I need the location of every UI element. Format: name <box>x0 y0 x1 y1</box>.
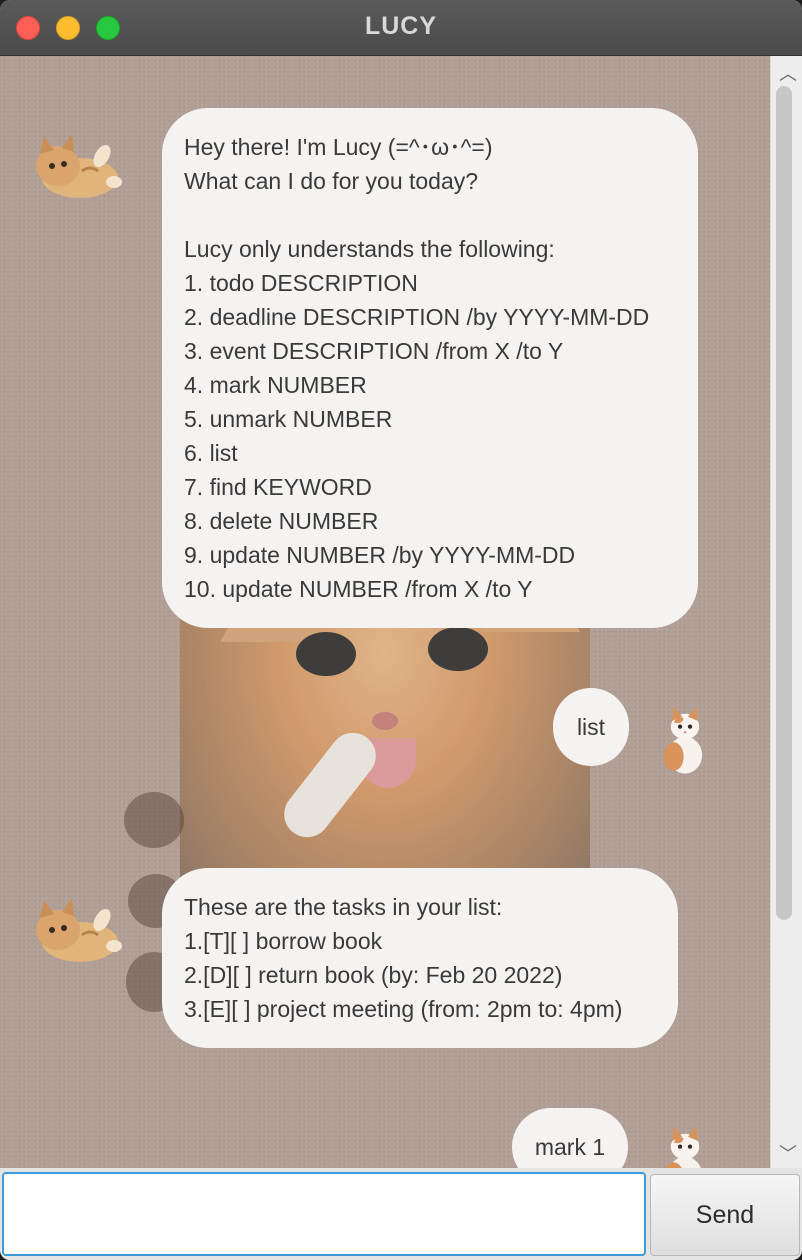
input-bar: Send <box>0 1168 802 1260</box>
bot-message-row: These are the tasks in your list: 1.[T][… <box>0 856 770 1056</box>
scroll-down-arrow-icon[interactable]: ﹀ <box>779 1140 797 1166</box>
title-bar: LUCY <box>0 0 802 56</box>
user-message-row: list <box>0 676 770 796</box>
bot-message-bubble: Hey there! I'm Lucy (=^･ω･^=) What can I… <box>162 108 698 628</box>
sitting-kitten-icon <box>663 706 703 774</box>
window-title: LUCY <box>364 12 438 40</box>
user-message-bubble: mark 1 <box>512 1108 628 1168</box>
lying-kitten-icon <box>36 134 122 198</box>
scroll-up-arrow-icon[interactable]: ︿ <box>779 60 797 86</box>
user-message-bubble: list <box>553 688 629 766</box>
user-message-row: mark 1 <box>0 1096 770 1168</box>
bot-message-bubble: These are the tasks in your list: 1.[T][… <box>162 868 678 1048</box>
sitting-kitten-icon <box>665 1126 701 1168</box>
dialog-container: Hey there! I'm Lucy (=^･ω･^=) What can I… <box>0 56 770 1168</box>
background-decoration <box>124 792 184 848</box>
lying-kitten-icon <box>36 898 122 962</box>
vertical-scrollbar[interactable]: ︿ ﹀ <box>770 56 802 1168</box>
user-input-field[interactable] <box>2 1172 646 1256</box>
send-button[interactable]: Send <box>650 1174 800 1256</box>
scrollbar-thumb[interactable] <box>776 86 792 920</box>
bot-message-row: Hey there! I'm Lucy (=^･ω･^=) What can I… <box>0 56 770 636</box>
app-window: LUCY Hey there! I'm Lucy (=^･ω･^=) What … <box>0 0 802 1260</box>
